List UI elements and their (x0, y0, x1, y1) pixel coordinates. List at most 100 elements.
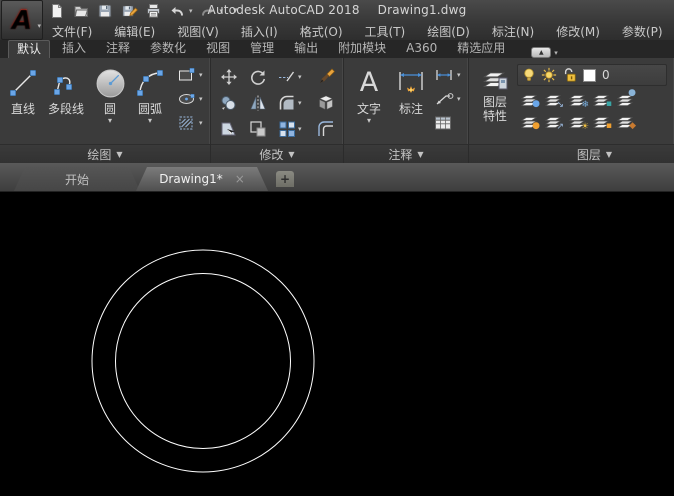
mirror-tool-button[interactable] (249, 94, 278, 112)
inner-circle[interactable] (116, 274, 291, 449)
annotation-panel: A 文字 ▾ 标注 ▾ ▾ 注释▼ (344, 58, 469, 163)
scale-tool-button[interactable] (249, 120, 278, 138)
menu-bar: 文件(F) 编辑(E) 视图(V) 插入(I) 格式(O) 工具(T) 绘图(D… (0, 22, 674, 40)
table-button[interactable] (434, 114, 461, 132)
circle-tool-button[interactable]: 圆 ▾ (91, 58, 129, 144)
layer-match-button[interactable]: ● (616, 92, 634, 108)
outer-circle[interactable] (92, 250, 314, 472)
text-dropdown-icon[interactable]: ▾ (367, 116, 371, 125)
layer-make-current-button[interactable]: ↘ (544, 92, 562, 108)
text-tool-button[interactable]: A 文字 ▾ (350, 58, 388, 144)
menu-edit[interactable]: 编辑(E) (114, 23, 155, 40)
rectangle-tool-button[interactable]: ▾ (177, 66, 203, 84)
layer-unlock-all-button[interactable]: ▪ (592, 114, 610, 130)
layer-properties-button[interactable]: 图层 特性 (473, 58, 517, 144)
arc-tool-label: 圆弧 (138, 102, 162, 116)
menu-tools[interactable]: 工具(T) (365, 23, 406, 40)
model-space (0, 192, 674, 496)
match-properties-button[interactable] (317, 68, 346, 86)
menu-insert[interactable]: 插入(I) (241, 23, 278, 40)
layer-unlock-icon[interactable] (563, 67, 577, 83)
application-menu-button[interactable]: A ▾ (1, 0, 43, 40)
layer-controls: 0 ● ↘ ❄ ▪ ● ● ↗ ☀ ▪ ◆ (517, 58, 667, 144)
close-tab-icon[interactable]: × (235, 172, 245, 186)
menu-format[interactable]: 格式(O) (300, 23, 343, 40)
linear-dimension-dropdown-icon[interactable]: ▾ (457, 71, 461, 79)
layer-lock-button[interactable]: ▪ (592, 92, 610, 108)
fillet-tool-button[interactable]: ▾ (278, 94, 317, 112)
arc-dropdown-icon[interactable]: ▾ (148, 116, 152, 125)
layer-on-icon: ● (532, 122, 540, 131)
leader-button[interactable]: ▾ (434, 90, 461, 108)
menu-modify[interactable]: 修改(M) (556, 23, 600, 40)
menu-file[interactable]: 文件(F) (52, 23, 92, 40)
modify-panel-label[interactable]: 修改▼ (211, 144, 343, 163)
layer-on-bulb-icon[interactable] (523, 67, 535, 83)
leader-dropdown-icon[interactable]: ▾ (457, 95, 461, 103)
linear-dimension-button[interactable]: ▾ (434, 66, 461, 84)
hatch-dropdown-icon[interactable]: ▾ (199, 119, 203, 127)
ribbon-minimize-dropdown-icon[interactable]: ▾ (554, 49, 558, 57)
ribbon-minimize-icon[interactable]: ▲ (531, 47, 551, 58)
layer-delete-button[interactable]: ◆ (616, 114, 634, 130)
drawing1-tab[interactable]: Drawing1* × (136, 167, 268, 191)
array-dropdown-icon[interactable]: ▾ (298, 125, 302, 133)
menu-view[interactable]: 视图(V) (177, 23, 219, 40)
annotation-panel-label[interactable]: 注释▼ (344, 144, 468, 163)
layers-panel: 图层 特性 0 ● ↘ ❄ ▪ (469, 58, 674, 163)
array-tool-button[interactable]: ▾ (278, 120, 317, 138)
hatch-tool-button[interactable]: ▾ (177, 114, 203, 132)
layers-panel-label-text: 图层 (577, 146, 601, 163)
ribbon-tab-output[interactable]: 输出 (286, 40, 326, 58)
polyline-tool-button[interactable]: 多段线 (41, 58, 91, 144)
layer-color-swatch[interactable] (583, 69, 596, 82)
ribbon-tab-view[interactable]: 视图 (198, 40, 238, 58)
ribbon-tab-insert[interactable]: 插入 (54, 40, 94, 58)
trim-dropdown-icon[interactable]: ▾ (298, 73, 302, 81)
trim-tool-button[interactable]: ▾ (278, 68, 317, 86)
layer-freeze-button[interactable]: ❄ (568, 92, 586, 108)
rotate-tool-button[interactable] (249, 68, 278, 86)
layer-change-button[interactable]: ↗ (544, 114, 562, 130)
draw-panel-label-text: 绘图 (87, 146, 111, 163)
ellipse-dropdown-icon[interactable]: ▾ (199, 95, 203, 103)
dimension-tool-button[interactable]: 标注 (388, 58, 434, 144)
circle-dropdown-icon[interactable]: ▾ (108, 116, 112, 125)
draw-panel-label[interactable]: 绘图▼ (0, 144, 210, 163)
layer-on-button[interactable]: ● (520, 114, 538, 130)
menu-parametric[interactable]: 参数(P) (622, 23, 663, 40)
dimension-tool-label: 标注 (399, 102, 423, 116)
layer-isolate-button[interactable]: ● (520, 92, 538, 108)
ribbon-tab-parametric[interactable]: 参数化 (142, 40, 194, 58)
autocad-logo-icon: A (12, 5, 32, 35)
new-drawing-tab-button[interactable]: + (276, 171, 294, 187)
move-tool-button[interactable] (220, 68, 249, 86)
ribbon-tab-featured[interactable]: 精选应用 (449, 40, 513, 58)
menu-dimension[interactable]: 标注(N) (492, 23, 534, 40)
fillet-dropdown-icon[interactable]: ▾ (298, 99, 302, 107)
layer-dropdown[interactable]: 0 (517, 64, 667, 86)
ribbon-tab-manage[interactable]: 管理 (242, 40, 282, 58)
rectangle-dropdown-icon[interactable]: ▾ (199, 71, 203, 79)
start-tab[interactable]: 开始 (14, 167, 140, 191)
ribbon-tab-addins[interactable]: 附加模块 (330, 40, 394, 58)
ribbon-tab-annotate[interactable]: 注释 (98, 40, 138, 58)
layers-panel-label[interactable]: 图层▼ (469, 144, 674, 163)
copy-tool-button[interactable] (220, 94, 249, 112)
menu-draw[interactable]: 绘图(D) (427, 23, 470, 40)
drawing-area[interactable] (0, 192, 674, 496)
explode-tool-button[interactable] (317, 94, 346, 112)
draw-extra-tools: ▾ ▾ ▾ (177, 58, 203, 144)
modify-panel-expand-icon: ▼ (288, 150, 294, 159)
ellipse-icon (177, 91, 196, 107)
stretch-tool-button[interactable] (220, 120, 249, 138)
ribbon-tab-a360[interactable]: A360 (398, 40, 445, 58)
layer-delete-icon: ◆ (629, 122, 636, 131)
offset-tool-button[interactable] (317, 120, 346, 138)
ribbon-tab-home[interactable]: 默认 (8, 40, 50, 58)
arc-tool-button[interactable]: 圆弧 ▾ (129, 58, 171, 144)
ellipse-tool-button[interactable]: ▾ (177, 90, 203, 108)
layer-thaw-all-button[interactable]: ☀ (568, 114, 586, 130)
line-tool-button[interactable]: 直线 (5, 58, 41, 144)
layer-thaw-sun-icon[interactable] (541, 67, 557, 83)
